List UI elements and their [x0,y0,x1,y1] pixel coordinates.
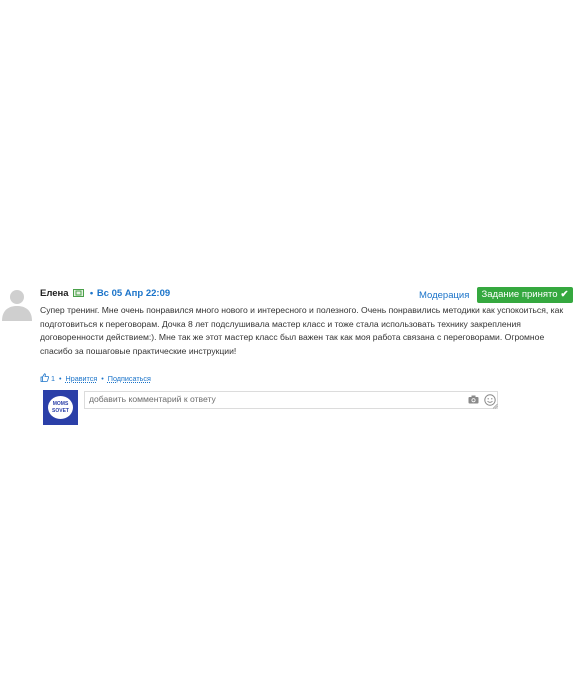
comment-actions: 1 • Нравится • Подписаться [40,373,151,384]
moms-sovet-logo: MOMS SOVET [48,396,73,419]
checkmark-icon: ✔ [560,289,569,300]
moderation-link[interactable]: Модерация [419,290,469,302]
resize-grip-icon[interactable] [492,403,498,409]
reply-comment-input[interactable] [84,391,498,409]
camera-icon[interactable] [468,395,479,404]
comment-header: Елена • Вс 05 Апр 22:09 [40,288,170,300]
ticket-icon [73,289,85,297]
default-avatar-icon [2,290,32,321]
task-accepted-label: Задание принято [481,289,558,300]
separator-dot: • [101,374,104,383]
like-link[interactable]: Нравится [66,374,98,383]
user-avatar: MOMS SOVET [43,390,78,425]
separator-dot: • [89,288,94,299]
logo-text-bottom: SOVET [52,407,69,414]
task-accepted-badge: Задание принято ✔ [477,287,573,303]
thumbs-up-icon[interactable] [40,373,49,382]
author-name[interactable]: Елена [40,288,69,299]
subscribe-link[interactable]: Подписаться [108,374,151,383]
separator-dot: • [59,374,62,383]
likes-count: 1 [51,374,55,383]
comment-text: Супер тренинг. Мне очень понравился мног… [40,305,564,356]
logo-text-top: MOMS [52,400,69,407]
comment-date[interactable]: Вс 05 Апр 22:09 [97,288,170,299]
